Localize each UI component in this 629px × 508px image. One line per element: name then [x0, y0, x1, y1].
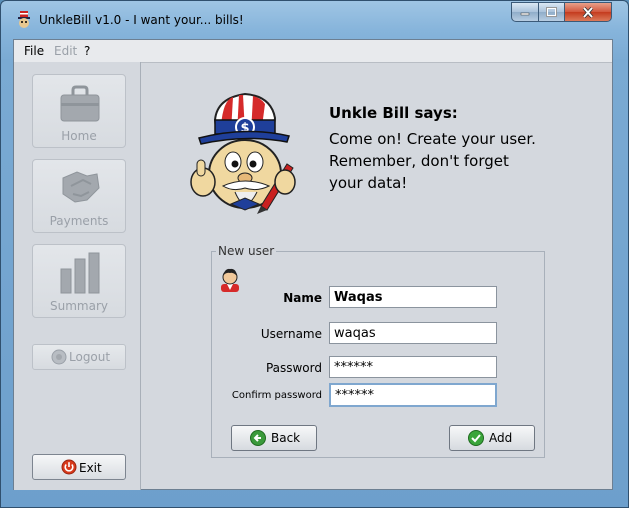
payments-button[interactable]: Payments	[32, 159, 126, 233]
back-label: Back	[271, 431, 301, 445]
add-label: Add	[489, 431, 513, 445]
checkmark-icon	[468, 430, 484, 446]
back-button[interactable]: Back	[231, 425, 317, 451]
payments-label: Payments	[49, 214, 109, 228]
close-icon	[582, 6, 594, 18]
minimize-icon	[520, 12, 530, 16]
window-title: UnkleBill v1.0 - I want your... bills!	[39, 13, 244, 27]
menu-bar: File Edit ?	[14, 40, 612, 63]
title-bar[interactable]: UnkleBill v1.0 - I want your... bills!	[1, 1, 628, 37]
close-button[interactable]	[564, 2, 612, 22]
minimize-button[interactable]	[511, 2, 539, 22]
exit-label: Exit	[79, 461, 102, 475]
name-label: Name	[283, 291, 322, 305]
main-content: $ Unkle Bill says: Come on! Create your …	[141, 62, 612, 490]
message-line-3: your data!	[329, 174, 408, 192]
exit-button[interactable]: Exit	[32, 454, 126, 480]
message-line-1: Come on! Create your user.	[329, 130, 536, 148]
user-icon	[221, 268, 239, 292]
summary-button[interactable]: Summary	[32, 244, 126, 318]
message-line-2: Remember, don't forget	[329, 152, 509, 170]
menu-edit[interactable]: Edit	[54, 44, 77, 58]
menu-file[interactable]: File	[24, 44, 44, 58]
client-area: File Edit ? Home Payments Summary Logout…	[13, 39, 613, 490]
maximize-button[interactable]	[538, 2, 565, 22]
logout-button[interactable]: Logout	[32, 344, 126, 370]
bar-chart-icon	[60, 252, 100, 294]
handshake-icon	[62, 171, 100, 203]
logout-label: Logout	[69, 350, 111, 364]
confirm-password-label: Confirm password	[231, 390, 322, 401]
logout-icon	[51, 349, 67, 365]
uncle-sam-mascot-icon: $	[190, 92, 296, 214]
username-label: Username	[260, 327, 322, 341]
maximize-icon	[546, 7, 557, 17]
home-button[interactable]: Home	[32, 74, 126, 148]
message-title: Unkle Bill says:	[329, 104, 458, 122]
briefcase-icon	[60, 85, 100, 122]
password-field[interactable]	[329, 356, 497, 378]
new-user-panel: New user Name Username Password Confirm …	[211, 244, 545, 458]
confirm-password-field[interactable]	[329, 383, 497, 407]
app-window: UnkleBill v1.0 - I want your... bills! F…	[0, 0, 629, 508]
sidebar: Home Payments Summary Logout Exit	[14, 62, 141, 490]
power-icon	[61, 459, 77, 475]
username-field[interactable]	[329, 322, 497, 344]
password-label: Password	[265, 361, 322, 375]
uncle-sam-app-icon	[18, 11, 30, 28]
new-user-legend: New user	[218, 244, 275, 258]
summary-label: Summary	[50, 299, 108, 313]
home-label: Home	[61, 129, 97, 143]
add-button[interactable]: Add	[449, 425, 535, 451]
name-field[interactable]	[329, 286, 497, 308]
menu-help[interactable]: ?	[84, 44, 90, 58]
back-arrow-icon	[250, 430, 266, 446]
